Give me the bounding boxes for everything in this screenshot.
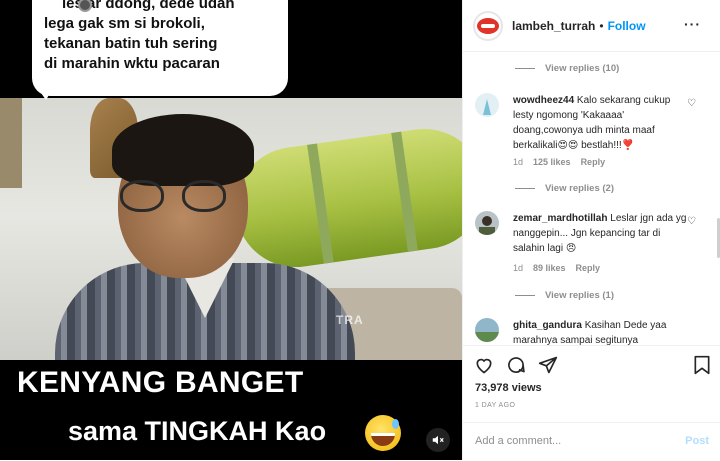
heart-icon[interactable] xyxy=(473,354,495,376)
view-replies-button[interactable]: View replies (10) xyxy=(515,63,619,74)
comment-meta: 1d 125 likes Reply xyxy=(513,157,606,167)
video-caption-line1: KENYANG BANGET xyxy=(17,366,304,399)
add-comment-input[interactable]: Add a comment... xyxy=(475,435,561,447)
avatar[interactable] xyxy=(475,318,499,342)
share-icon[interactable] xyxy=(537,354,559,376)
bubble-line: di marahin wktu pacaran xyxy=(44,55,220,72)
person-hair xyxy=(112,114,254,186)
comment-text: wowdheez44 Kalo sekarang cukup lesty ngo… xyxy=(513,93,689,153)
like-comment-icon[interactable]: ♡ xyxy=(687,216,696,227)
post-actions: 73,978 views 1 DAY AGO Add a comment... … xyxy=(463,345,720,447)
bubble-line: lega gak sm si brokoli, xyxy=(44,15,205,32)
bubble-line: tekanan batin tuh sering xyxy=(44,35,218,52)
wall-frame xyxy=(0,98,22,188)
view-replies-button[interactable]: View replies (1) xyxy=(515,290,614,301)
likes-count[interactable]: 89 likes xyxy=(533,263,566,273)
bubble-text: leslar ddong, dede udah lega gak sm si b… xyxy=(44,0,276,74)
comment-icon[interactable] xyxy=(505,354,527,376)
reply-button[interactable]: Reply xyxy=(576,263,601,273)
more-options-icon[interactable]: ··· xyxy=(684,16,701,32)
comment-text: zemar_mardhotillah Leslar jgn ada yg nan… xyxy=(513,211,689,256)
likes-count[interactable]: 125 likes xyxy=(533,157,571,167)
post-panel: lambeh_turrah • Follow ··· View replies … xyxy=(462,0,720,460)
username-link[interactable]: lambeh_turrah xyxy=(512,19,595,33)
sweat-smile-emoji-icon xyxy=(365,415,401,451)
mute-icon[interactable] xyxy=(426,428,450,452)
like-comment-icon[interactable]: ♡ xyxy=(687,98,696,109)
video-watermark: TRA xyxy=(336,313,364,327)
views-count[interactable]: 73,978 views xyxy=(475,382,542,394)
video-player[interactable]: TRA leslar ddong, dede udah lega gak sm … xyxy=(0,0,462,460)
post-header: lambeh_turrah • Follow ··· xyxy=(463,0,720,52)
avatar[interactable] xyxy=(475,93,499,117)
profile-avatar[interactable] xyxy=(473,10,503,41)
video-caption-line2: sama TINGKAH Kao xyxy=(68,416,327,446)
green-roll xyxy=(227,121,462,275)
add-comment-bar: Add a comment... Post xyxy=(463,422,720,461)
save-icon[interactable] xyxy=(691,354,713,376)
video-frame: TRA xyxy=(0,98,462,360)
action-icons xyxy=(473,354,559,376)
comment-username[interactable]: ghita_gandura xyxy=(513,320,582,331)
view-replies-button[interactable]: View replies (2) xyxy=(515,183,614,194)
post-comment-button[interactable]: Post xyxy=(685,435,709,447)
comment-meta: 1d 89 likes Reply xyxy=(513,263,601,273)
comment-username[interactable]: zemar_mardhotillah xyxy=(513,213,607,224)
comment-text: ghita_gandura Kasihan Dede yaa marahnya … xyxy=(513,318,689,345)
reply-button[interactable]: Reply xyxy=(581,157,606,167)
bubble-tail xyxy=(36,86,54,100)
comment-bubble: leslar ddong, dede udah lega gak sm si b… xyxy=(32,0,288,96)
comment-username[interactable]: wowdheez44 xyxy=(513,95,574,106)
comments-list: View replies (10) wowdheez44 Kalo sekara… xyxy=(463,53,720,345)
separator-dot: • xyxy=(599,18,604,33)
avatar[interactable] xyxy=(475,211,499,235)
glasses xyxy=(120,180,230,214)
follow-button[interactable]: Follow xyxy=(608,19,646,33)
post-timestamp[interactable]: 1 DAY AGO xyxy=(475,402,515,409)
